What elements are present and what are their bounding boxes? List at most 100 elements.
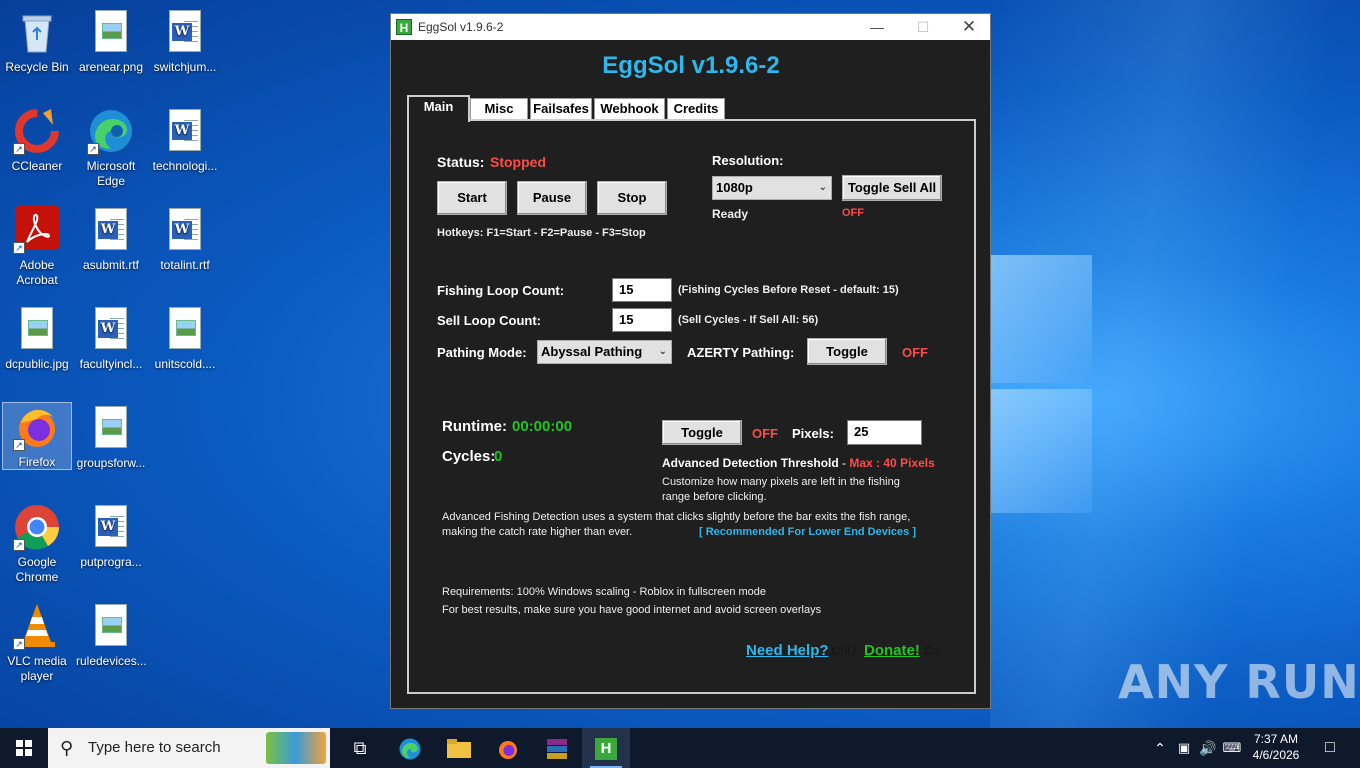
network-icon[interactable]: ▣ bbox=[1174, 728, 1194, 768]
keyboard-icon[interactable]: ⌨ bbox=[1222, 728, 1242, 768]
desktop-icon-recycle-bin[interactable]: Recycle Bin bbox=[2, 8, 72, 75]
minimize-button[interactable]: — bbox=[854, 14, 900, 40]
ready-text: Ready bbox=[712, 207, 749, 221]
adobe-acrobat-icon: ↗ bbox=[13, 206, 61, 254]
desktop-icon-putprogra[interactable]: W putprogra... bbox=[76, 503, 146, 570]
adv-description-line1: Advanced Fishing Detection uses a system… bbox=[442, 511, 911, 523]
desktop-icon-vlc[interactable]: ↗ VLC media player bbox=[2, 602, 72, 684]
detection-state: OFF bbox=[752, 426, 778, 441]
firefox-icon: ↗ bbox=[13, 403, 61, 451]
azerty-state: OFF bbox=[902, 345, 928, 360]
fishing-loop-input[interactable]: 15 bbox=[612, 278, 672, 302]
shortcut-arrow-icon: ↗ bbox=[13, 539, 25, 551]
desktop-icon-label: totalint.rtf bbox=[160, 258, 210, 272]
image-file-icon bbox=[13, 305, 61, 353]
file-explorer-icon[interactable] bbox=[435, 728, 483, 768]
word-document-icon: W bbox=[87, 305, 135, 353]
speaker-icon[interactable]: 🔊 bbox=[1198, 728, 1218, 768]
desktop-icon-adobe-acrobat[interactable]: ↗ Adobe Acrobat bbox=[2, 206, 72, 288]
adv-description-line2: making the catch rate higher than ever. bbox=[442, 526, 633, 538]
desktop-icon-asubmit[interactable]: W asubmit.rtf bbox=[76, 206, 146, 273]
image-file-icon bbox=[161, 305, 209, 353]
tab-main[interactable]: Main bbox=[407, 95, 470, 122]
clock[interactable]: 7:37 AM 4/6/2026 bbox=[1248, 728, 1304, 768]
pause-button[interactable]: Pause bbox=[517, 181, 587, 215]
desktop-icon-label: VLC media player bbox=[7, 654, 67, 683]
sell-loop-input[interactable]: 15 bbox=[612, 308, 672, 332]
adv-threshold-max: Max : 40 Pixels bbox=[849, 456, 935, 470]
hotkeys-text: Hotkeys: F1=Start - F2=Pause - F3=Stop bbox=[437, 227, 646, 239]
close-button[interactable]: ✕ bbox=[946, 14, 992, 40]
customize-text-line1: Customize how many pixels are left in th… bbox=[662, 476, 900, 488]
taskbar: ⚲ Type here to search ⧉ H ⌃ ▣ 🔊 ⌨ 7:37 A… bbox=[0, 728, 1360, 768]
adv-threshold-label: Advanced Detection Threshold bbox=[662, 456, 839, 470]
desktop-icon-totalint[interactable]: W totalint.rtf bbox=[150, 206, 220, 273]
taskbar-search-box[interactable]: ⚲ Type here to search bbox=[48, 728, 330, 768]
search-placeholder: Type here to search bbox=[88, 739, 221, 756]
chevron-up-icon[interactable]: ⌃ bbox=[1150, 728, 1170, 768]
desktop-icon-dcpublic[interactable]: dcpublic.jpg bbox=[2, 305, 72, 372]
desktop-icon-facultyincl[interactable]: W facultyincl... bbox=[76, 305, 146, 372]
desktop-icon-switchjum[interactable]: W switchjum... bbox=[150, 8, 220, 75]
image-file-icon bbox=[87, 404, 135, 452]
winrar-icon[interactable] bbox=[533, 728, 581, 768]
runtime-label: Runtime: bbox=[442, 418, 507, 435]
title-bar[interactable]: H EggSol v1.9.6-2 — ☐ ✕ bbox=[391, 14, 990, 40]
chrome-icon: ↗ bbox=[13, 503, 61, 551]
tab-misc[interactable]: Misc bbox=[470, 98, 528, 120]
tab-failsafes[interactable]: Failsafes bbox=[530, 98, 592, 120]
tab-credits[interactable]: Credits bbox=[667, 98, 725, 120]
start-button[interactable] bbox=[0, 728, 48, 768]
azerty-toggle-button[interactable]: Toggle bbox=[807, 338, 887, 365]
desktop-icon-label: putprogra... bbox=[80, 555, 142, 569]
firefox-taskbar-icon[interactable] bbox=[484, 728, 532, 768]
desktop-icon-firefox[interactable]: ↗ Firefox bbox=[2, 402, 72, 470]
path-text-1: C:\U bbox=[832, 644, 856, 658]
desktop-icon-ruledevices[interactable]: ruledevices... bbox=[76, 602, 147, 669]
pixels-input[interactable]: 25 bbox=[847, 420, 922, 445]
pathing-mode-value: Abyssal Pathing bbox=[541, 344, 643, 359]
customize-text-line2: range before clicking. bbox=[662, 491, 767, 503]
fishing-loop-label: Fishing Loop Count: bbox=[437, 283, 565, 298]
eggsol-taskbar-icon[interactable]: H bbox=[582, 728, 630, 768]
desktop-icon-unitscold[interactable]: unitscold.... bbox=[150, 305, 220, 372]
adv-threshold-line: Advanced Detection Threshold - Max : 40 … bbox=[662, 456, 935, 470]
need-help-link[interactable]: Need Help? bbox=[746, 642, 829, 659]
start-button[interactable]: Start bbox=[437, 181, 507, 215]
task-view-icon[interactable]: ⧉ bbox=[336, 728, 384, 768]
shortcut-arrow-icon: ↗ bbox=[13, 638, 25, 650]
main-tab-panel: Status: Stopped Start Pause Stop Hotkeys… bbox=[407, 119, 976, 694]
donate-link[interactable]: Donate! bbox=[864, 642, 920, 659]
detection-toggle-button[interactable]: Toggle bbox=[662, 420, 742, 445]
notification-icon[interactable]: □ bbox=[1312, 728, 1348, 768]
resolution-select[interactable]: 1080p ⌄ bbox=[712, 176, 832, 200]
desktop-icon-microsoft-edge[interactable]: ↗ Microsoft Edge bbox=[76, 107, 146, 189]
word-document-icon: W bbox=[161, 8, 209, 56]
desktop-icon-groupsforw[interactable]: groupsforw... bbox=[76, 404, 146, 471]
desktop-icon-ccleaner[interactable]: ↗ CCleaner bbox=[2, 107, 72, 174]
recycle-bin-icon bbox=[13, 8, 61, 56]
cycles-value: 0 bbox=[494, 448, 503, 465]
toggle-sell-all-button[interactable]: Toggle Sell All bbox=[842, 175, 942, 201]
desktop-icon-technologi[interactable]: W technologi... bbox=[150, 107, 220, 174]
resolution-label: Resolution: bbox=[712, 153, 784, 168]
pathing-mode-select[interactable]: Abyssal Pathing ⌄ bbox=[537, 340, 672, 364]
word-document-icon: W bbox=[161, 206, 209, 254]
desktop-icon-arenear[interactable]: arenear.png bbox=[76, 8, 146, 75]
maximize-button[interactable]: ☐ bbox=[900, 14, 946, 40]
desktop-icon-label: arenear.png bbox=[78, 60, 144, 74]
desktop-icon-label: ruledevices... bbox=[76, 654, 147, 668]
adv-threshold-dash: - bbox=[838, 456, 850, 470]
desktop-icon-label: facultyincl... bbox=[79, 357, 143, 371]
desktop-icon-google-chrome[interactable]: ↗ Google Chrome bbox=[2, 503, 72, 585]
app-icon: H bbox=[396, 19, 412, 35]
word-document-icon: W bbox=[87, 206, 135, 254]
shortcut-arrow-icon: ↗ bbox=[13, 143, 25, 155]
requirements-line1: Requirements: 100% Windows scaling - Rob… bbox=[442, 586, 767, 598]
desktop-icon-label: switchjum... bbox=[153, 60, 217, 74]
edge-taskbar-icon[interactable] bbox=[386, 728, 434, 768]
stop-button[interactable]: Stop bbox=[597, 181, 667, 215]
chevron-down-icon: ⌄ bbox=[658, 346, 667, 357]
tab-webhook[interactable]: Webhook bbox=[594, 98, 665, 120]
resolution-select-value: 1080p bbox=[716, 180, 753, 195]
